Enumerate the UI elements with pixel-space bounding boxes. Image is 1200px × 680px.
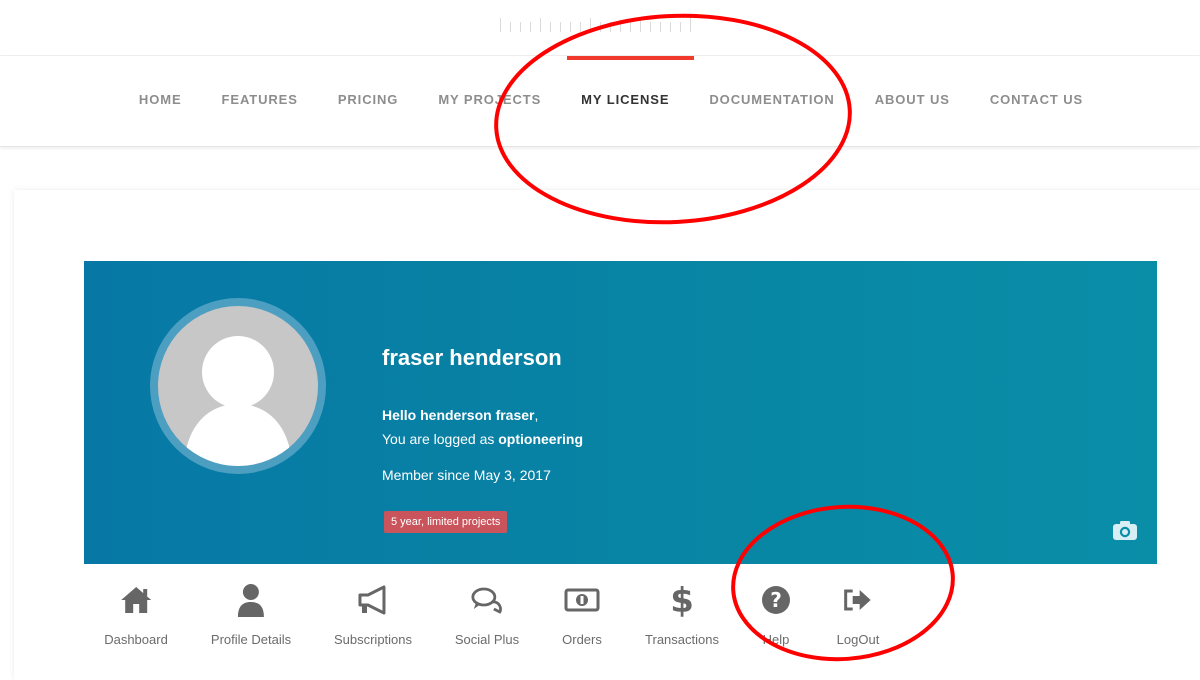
dollar-icon: $ bbox=[662, 582, 702, 618]
menu-label: Transactions bbox=[645, 632, 719, 647]
nav-about-us[interactable]: ABOUT US bbox=[875, 92, 950, 107]
menu-label: Orders bbox=[562, 632, 602, 647]
license-badge: 5 year, limited projects bbox=[384, 511, 508, 533]
menu-label: Subscriptions bbox=[333, 632, 413, 647]
home-icon bbox=[116, 582, 156, 618]
avatar-image bbox=[158, 306, 318, 466]
menu-social-plus[interactable]: Social Plus bbox=[455, 582, 519, 647]
nav-my-license[interactable]: MY LICENSE bbox=[581, 92, 669, 107]
username: optioneering bbox=[498, 431, 584, 447]
nav-my-projects[interactable]: MY PROJECTS bbox=[438, 92, 541, 107]
megaphone-icon bbox=[353, 582, 393, 618]
default-user-icon bbox=[184, 336, 292, 466]
greeting-suffix: , bbox=[534, 407, 539, 423]
svg-text:$: $ bbox=[670, 582, 694, 618]
avatar[interactable] bbox=[150, 298, 326, 474]
profile-name: fraser henderson bbox=[382, 345, 562, 370]
main-nav: HOME FEATURES PRICING MY PROJECTS MY LIC… bbox=[0, 56, 1200, 147]
menu-subscriptions[interactable]: Subscriptions bbox=[334, 582, 412, 647]
nav-features[interactable]: FEATURES bbox=[222, 92, 298, 107]
member-since: Member since May 3, 2017 bbox=[382, 467, 551, 483]
menu-label: Profile Details bbox=[210, 632, 292, 647]
logo-strip bbox=[500, 18, 730, 32]
greeting-line: Hello henderson fraser, bbox=[382, 407, 538, 423]
camera-icon[interactable] bbox=[1112, 519, 1138, 541]
nav-items: HOME FEATURES PRICING MY PROJECTS MY LIC… bbox=[0, 92, 1200, 107]
money-icon bbox=[562, 582, 602, 618]
menu-transactions[interactable]: $ Transactions bbox=[645, 582, 719, 647]
menu-profile-details[interactable]: Profile Details bbox=[211, 582, 291, 647]
logged-as-line: You are logged as optioneering bbox=[382, 431, 583, 447]
profile-banner: fraser henderson Hello henderson fraser,… bbox=[84, 261, 1157, 564]
menu-dashboard[interactable]: Dashboard bbox=[104, 582, 168, 647]
menu-orders[interactable]: Orders bbox=[562, 582, 602, 647]
menu-label: LogOut bbox=[836, 632, 880, 647]
question-icon: ? bbox=[756, 582, 796, 618]
logout-icon bbox=[838, 582, 878, 618]
greeting-name: Hello henderson fraser bbox=[382, 407, 535, 423]
menu-help[interactable]: ? Help bbox=[756, 582, 796, 647]
logged-prefix: You are logged as bbox=[382, 431, 499, 447]
account-menu: Dashboard Profile Details Subscriptions bbox=[0, 582, 1200, 662]
nav-pricing[interactable]: PRICING bbox=[338, 92, 398, 107]
nav-documentation[interactable]: DOCUMENTATION bbox=[709, 92, 834, 107]
nav-active-indicator bbox=[567, 56, 694, 60]
user-icon bbox=[231, 582, 271, 618]
nav-contact-us[interactable]: CONTACT US bbox=[990, 92, 1083, 107]
menu-logout[interactable]: LogOut bbox=[836, 582, 880, 647]
chat-icon bbox=[467, 582, 507, 618]
menu-label: Dashboard bbox=[104, 632, 168, 647]
menu-label: Social Plus bbox=[454, 632, 520, 647]
nav-home[interactable]: HOME bbox=[139, 92, 182, 107]
menu-label: Help bbox=[762, 632, 790, 647]
svg-text:?: ? bbox=[770, 588, 782, 612]
